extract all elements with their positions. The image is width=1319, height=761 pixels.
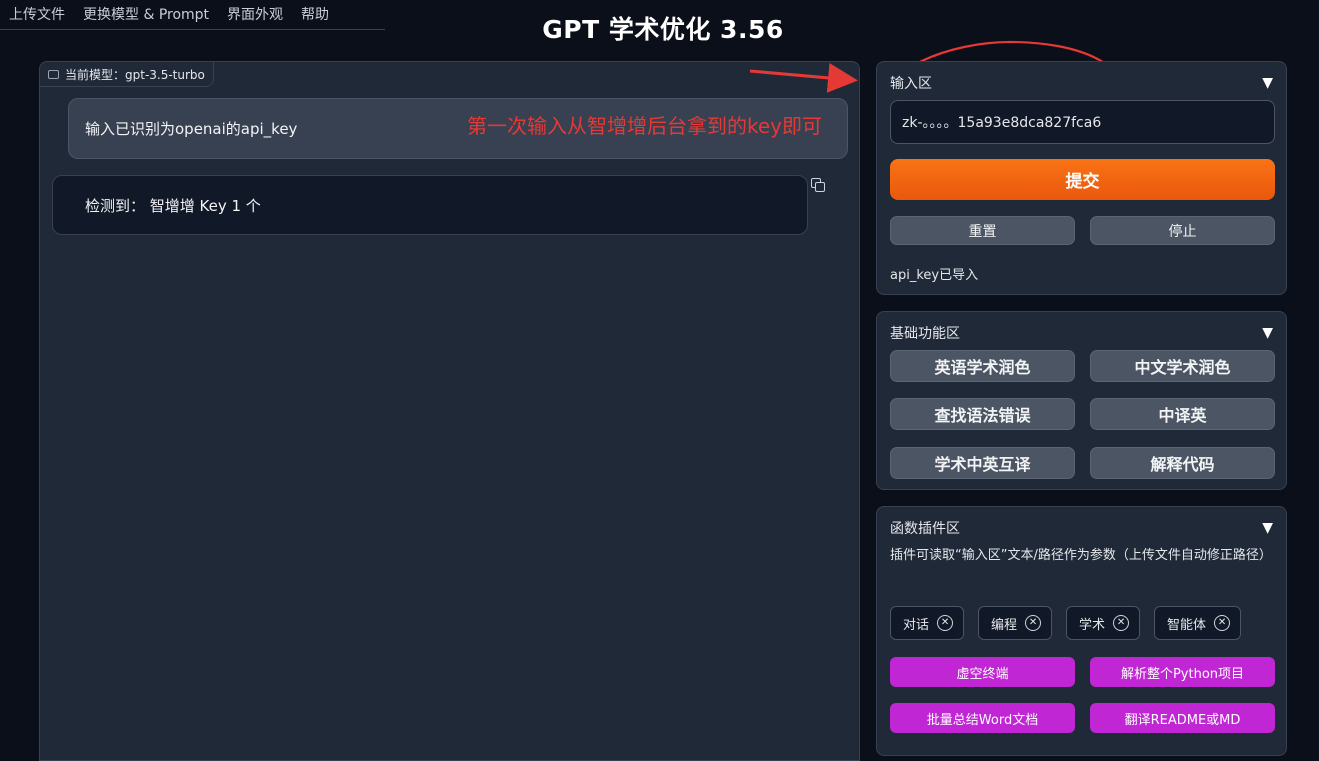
remove-icon[interactable]: ✕ — [1113, 615, 1130, 631]
status-text: api_key已导入 — [890, 268, 979, 283]
input-panel-title: 输入区 — [890, 76, 932, 92]
input-panel-header: 输入区 ▼ — [890, 73, 1273, 93]
void-terminal-button[interactable]: 虚空终端 — [890, 657, 1075, 687]
chip-label: 学术 — [1079, 617, 1106, 633]
chinese-polish-button[interactable]: 中文学术润色 — [1090, 350, 1275, 382]
grammar-check-button[interactable]: 查找语法错误 — [890, 398, 1075, 430]
bot-message: 检测到： 智增增 Key 1 个 — [52, 175, 808, 235]
annotation-text: 第一次输入从智增增后台拿到的key即可 — [467, 114, 823, 138]
chip-agent[interactable]: 智能体 ✕ — [1154, 606, 1242, 640]
submit-button[interactable]: 提交 — [890, 159, 1275, 200]
english-polish-button[interactable]: 英语学术润色 — [890, 350, 1075, 382]
summarize-word-button[interactable]: 批量总结Word文档 — [890, 703, 1075, 733]
chip-academic[interactable]: 学术 ✕ — [1066, 606, 1141, 640]
plugin-panel-title: 函数插件区 — [890, 521, 960, 537]
copy-icon[interactable] — [811, 178, 825, 192]
chip-label: 编程 — [991, 617, 1018, 633]
stop-button[interactable]: 停止 — [1090, 216, 1275, 245]
model-label: 当前模型：gpt-3.5-turbo — [40, 62, 214, 87]
parse-python-project-button[interactable]: 解析整个Python项目 — [1090, 657, 1275, 687]
user-message-text: 输入已识别为openai的api_key — [85, 120, 298, 138]
basic-functions-panel: 基础功能区 ▼ 英语学术润色 中文学术润色 查找语法错误 中译英 学术中英互译 … — [876, 311, 1287, 490]
tab-appearance[interactable]: 界面外观 — [218, 0, 292, 30]
translate-readme-button[interactable]: 翻译README或MD — [1090, 703, 1275, 733]
basic-panel-title: 基础功能区 — [890, 326, 960, 342]
collapse-icon[interactable]: ▼ — [1262, 75, 1273, 91]
chip-label: 智能体 — [1167, 617, 1207, 633]
model-label-text: 当前模型：gpt-3.5-turbo — [65, 67, 205, 82]
plugin-panel-header: 函数插件区 ▼ — [890, 518, 1273, 538]
collapse-icon[interactable]: ▼ — [1262, 325, 1273, 341]
remove-icon[interactable]: ✕ — [937, 615, 954, 631]
chip-label: 对话 — [903, 617, 930, 633]
explain-code-button[interactable]: 解释代码 — [1090, 447, 1275, 479]
top-nav: 上传文件 更换模型 & Prompt 界面外观 帮助 — [0, 0, 385, 30]
plugin-panel: 函数插件区 ▼ 插件可读取“输入区”文本/路径作为参数（上传文件自动修正路径） … — [876, 506, 1287, 756]
reset-button[interactable]: 重置 — [890, 216, 1075, 245]
chip-programming[interactable]: 编程 ✕ — [978, 606, 1053, 640]
academic-translate-button[interactable]: 学术中英互译 — [890, 447, 1075, 479]
basic-panel-header: 基础功能区 ▼ — [890, 323, 1273, 343]
remove-icon[interactable]: ✕ — [1025, 615, 1042, 631]
collapse-icon[interactable]: ▼ — [1262, 520, 1273, 536]
tab-upload[interactable]: 上传文件 — [0, 0, 74, 30]
remove-icon[interactable]: ✕ — [1214, 615, 1231, 631]
api-key-input[interactable] — [890, 100, 1275, 144]
chat-bubble-icon — [48, 69, 59, 79]
zh-to-en-button[interactable]: 中译英 — [1090, 398, 1275, 430]
chat-panel: 当前模型：gpt-3.5-turbo 输入已识别为openai的api_key … — [39, 61, 860, 761]
tab-model-prompt[interactable]: 更换模型 & Prompt — [74, 0, 218, 30]
chip-dialog[interactable]: 对话 ✕ — [890, 606, 965, 640]
page-title: GPT 学术优化 3.56 — [542, 15, 784, 44]
bot-message-text: 检测到： 智增增 Key 1 个 — [85, 196, 261, 215]
input-panel: 输入区 ▼ 提交 重置 停止 api_key已导入 — [876, 61, 1287, 295]
plugin-description: 插件可读取“输入区”文本/路径作为参数（上传文件自动修正路径） — [890, 548, 1272, 563]
tab-help[interactable]: 帮助 — [292, 0, 338, 30]
